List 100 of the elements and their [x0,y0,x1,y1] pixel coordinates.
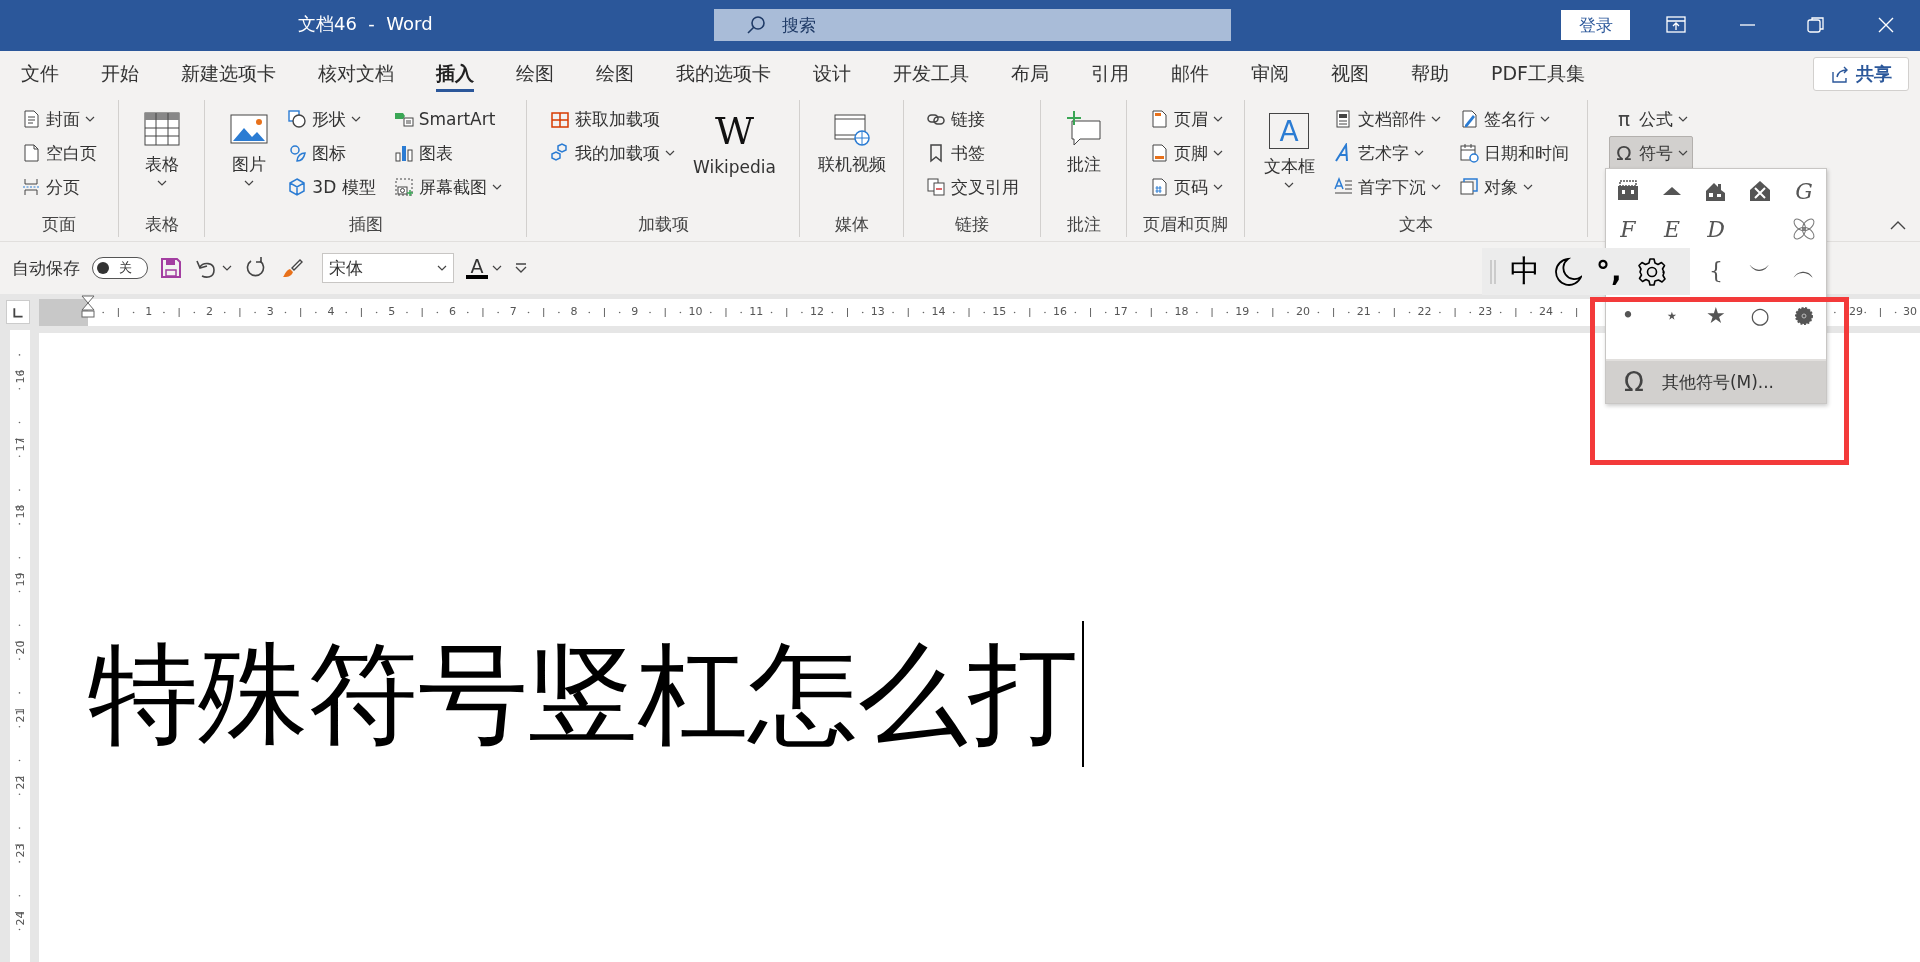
font-name-field[interactable]: 宋体 [322,253,454,283]
menu-tab[interactable]: 邮件 [1150,51,1230,96]
text-box-icon: A [1269,113,1309,149]
symbol-item[interactable]: ⋆ [1650,293,1694,338]
customize-toolbar-icon[interactable] [514,262,528,274]
ruler-margin [39,299,88,326]
autosave-toggle[interactable]: 关 [92,257,148,279]
menu-tab[interactable]: 布局 [990,51,1070,96]
ribbon-display-icon[interactable] [1666,15,1686,35]
document-text: 特殊符号竖杠怎么打 [88,629,1078,760]
ribbon-button[interactable]: 空白页 [16,136,102,170]
ribbon-button[interactable]: 封面 [16,102,102,136]
punctuation-toggle[interactable]: °, [1596,255,1623,288]
drop-cap-icon [1332,177,1353,197]
ribbon-button[interactable]: 对象 [1453,170,1574,204]
collapse-ribbon-icon[interactable] [1890,220,1906,230]
ribbon-button[interactable]: 批注 [1058,102,1109,202]
menu-tab[interactable]: 视图 [1310,51,1390,96]
ruler-number: 10 [688,305,703,318]
ruler-number: 17 [1113,305,1128,318]
settings-icon[interactable] [1636,256,1667,287]
ruler-number: 16 [1053,305,1067,318]
ribbon-button[interactable]: 页眉 [1143,102,1228,136]
menu-tab[interactable]: 开始 [80,51,160,96]
symbol-item[interactable]: ★ [1694,293,1738,338]
login-button[interactable]: 登录 [1561,10,1630,40]
symbol-item[interactable]: D [1694,210,1738,248]
ruler-number: 20 [1296,305,1310,318]
symbol-item[interactable]: ○ [1738,293,1782,338]
ruler-number: 17 [13,436,27,454]
omega-icon: Ω [1624,367,1644,397]
ribbon-button[interactable]: 图片 [224,102,275,202]
menu-tab[interactable]: 文件 [0,51,80,96]
menu-tab[interactable]: 绘图 [495,51,575,96]
ruler-number: 14 [931,305,946,318]
symbol-item[interactable]: F [1606,210,1650,248]
ribbon-button[interactable]: 表格 [136,102,187,202]
ribbon-button[interactable]: 3D 模型 [282,170,381,204]
menu-tab[interactable]: 帮助 [1390,51,1470,96]
group-label: 媒体 [833,213,870,236]
ribbon-button[interactable]: 页码 [1143,170,1228,204]
ribbon-button[interactable]: 书签 [920,136,1024,170]
ribbon-button[interactable]: 分页 [16,170,102,204]
ribbon-button[interactable]: 图标 [282,136,381,170]
ribbon-button[interactable]: 艺术字 [1327,136,1446,170]
symbol-item[interactable]: ︶ [1738,248,1782,293]
ribbon-button[interactable]: 日期和时间 [1453,136,1574,170]
tab-stop-icon[interactable] [6,300,30,324]
ruler-number: 29 [1849,305,1863,318]
ribbon-button[interactable]: 联机视频 [812,102,891,202]
menu-tab[interactable]: 开发工具 [872,51,990,96]
ribbon-button[interactable]: SmartArt [388,102,507,136]
group-label: 加载项 [636,213,690,236]
moon-icon[interactable] [1554,256,1582,287]
ribbon-button[interactable]: 首字下沉 [1327,170,1446,204]
symbol-item[interactable]: ︵ [1782,248,1826,293]
ribbon-button[interactable]: 交叉引用 [920,170,1024,204]
ruler-number: 19 [13,571,27,589]
font-color-button[interactable]: A [466,257,488,279]
symbol-item[interactable]: G [1782,172,1826,210]
ribbon-button[interactable]: 形状 [282,102,381,136]
symbol-item[interactable]: { [1694,248,1738,293]
ribbon-button[interactable]: 链接 [920,102,1024,136]
ribbon-button[interactable]: π 公式 [1609,102,1693,136]
ribbon-button[interactable]: A 文本框 [1258,102,1320,202]
w-logo: W [714,109,754,153]
caret-icon [492,265,502,271]
ribbon-button[interactable]: 我的加载项 [545,136,681,170]
grip-icon [1490,258,1496,285]
house-icon[interactable] [1747,178,1773,204]
menu-tab[interactable]: 审阅 [1230,51,1310,96]
search-field[interactable]: 搜索 [714,9,1231,41]
search-icon [746,15,766,35]
menu-tab[interactable]: 核对文档 [297,51,415,96]
menu-tab[interactable]: 绘图 [575,51,655,96]
restore-icon[interactable] [1806,15,1826,35]
close-icon[interactable] [1876,15,1896,35]
ribbon-button[interactable]: 屏幕截图 [388,170,507,204]
menu-tab[interactable]: 插入 [415,51,495,96]
ribbon-button[interactable]: W Wikipedia [688,102,781,202]
ribbon-button[interactable]: 获取加载项 [545,102,681,136]
share-button[interactable]: 共享 [1813,57,1909,91]
menu-tab[interactable]: 我的选项卡 [655,51,792,96]
flower-icon[interactable] [1791,216,1817,242]
symbol-item[interactable]: • [1606,293,1650,338]
ribbon-button[interactable]: 图表 [388,136,507,170]
input-mode-toggle[interactable]: 中 [1510,251,1540,292]
cube-icon [287,177,308,197]
ruler-number: 22 [1417,305,1432,318]
save-icon[interactable] [160,257,182,279]
ribbon-button[interactable]: 文档部件 [1327,102,1446,136]
menu-tab[interactable]: PDF工具集 [1470,51,1607,96]
ribbon-button[interactable]: 签名行 [1453,102,1574,136]
menu-tab[interactable]: 新建选项卡 [160,51,297,96]
menu-tab[interactable]: 引用 [1070,51,1150,96]
symbol-item[interactable]: E [1650,210,1694,248]
ribbon-button[interactable]: 页脚 [1143,136,1228,170]
more-symbols-item[interactable]: Ω 其他符号(M)... [1606,359,1826,403]
menu-tab[interactable]: 设计 [792,51,872,96]
ribbon-button[interactable]: Ω 符号 [1609,136,1693,170]
